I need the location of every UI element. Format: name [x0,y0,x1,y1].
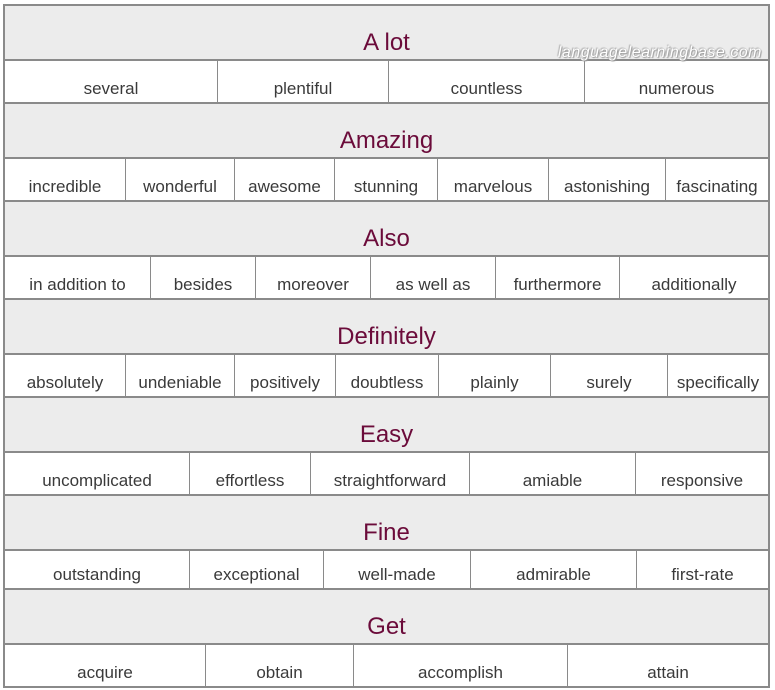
word-cell: acquire [5,645,206,686]
section-header-amazing: Amazing [5,104,768,159]
word-cell: wonderful [126,159,235,200]
section-header-a-lot: A lot languagelearningbase.com [5,6,768,61]
word-cell: surely [551,355,668,396]
word-cell: uncomplicated [5,453,190,494]
section-heading: Easy [359,421,414,448]
word-cell: numerous [638,79,715,98]
word-row-amazing: incredible wonderful awesome stunning ma… [5,159,768,202]
word-cell: incredible [5,159,126,200]
word-cell: positively [235,355,336,396]
word-cell: additionally [651,275,737,294]
word-row-a-lot: several plentiful countless numerous [5,61,768,104]
word-cell: awesome [235,159,335,200]
word-cell: exceptional [190,551,324,588]
section-heading: Get [367,613,406,640]
word-cell: besides [151,257,256,298]
word-cell: astonishing [549,159,666,200]
section-header-easy: Easy [5,398,768,453]
word-cell: marvelous [438,159,549,200]
word-cell: plentiful [218,61,389,102]
word-cell: well-made [324,551,471,588]
section-heading: Fine [363,519,410,546]
word-cell: doubtless [336,355,439,396]
synonym-table: A lot languagelearningbase.com several p… [3,4,770,688]
word-row-definitely: absolutely undeniable positively doubtle… [5,355,768,398]
word-cell: amiable [470,453,636,494]
word-cell: attain [647,663,689,682]
word-cell: specifically [676,373,760,392]
word-row-get: acquire obtain accomplish attain [5,645,768,688]
word-cell: responsive [660,471,744,490]
word-cell: straightforward [311,453,470,494]
section-header-definitely: Definitely [5,300,768,355]
word-cell: several [5,61,218,102]
word-cell: effortless [190,453,311,494]
word-cell: plainly [439,355,551,396]
word-cell: as well as [371,257,496,298]
word-cell: outstanding [5,551,190,588]
section-heading: Definitely [337,323,436,350]
word-cell: absolutely [5,355,126,396]
word-cell: furthermore [496,257,620,298]
word-cell: obtain [206,645,354,686]
section-heading: Also [363,225,410,252]
word-row-easy: uncomplicated effortless straightforward… [5,453,768,496]
word-cell: undeniable [126,355,235,396]
word-cell: moreover [256,257,371,298]
word-row-also: in addition to besides moreover as well … [5,257,768,300]
section-header-fine: Fine [5,496,768,551]
section-heading: A lot [363,29,410,56]
word-cell: fascinating [676,177,758,196]
word-cell: accomplish [354,645,568,686]
word-cell: in addition to [5,257,151,298]
word-cell: countless [389,61,585,102]
word-cell: first-rate [671,565,734,584]
word-cell: admirable [471,551,637,588]
word-cell: stunning [335,159,438,200]
section-heading: Amazing [339,127,434,154]
section-header-also: Also [5,202,768,257]
section-header-get: Get [5,590,768,645]
watermark: languagelearningbase.com [557,44,762,61]
word-row-fine: outstanding exceptional well-made admira… [5,551,768,590]
